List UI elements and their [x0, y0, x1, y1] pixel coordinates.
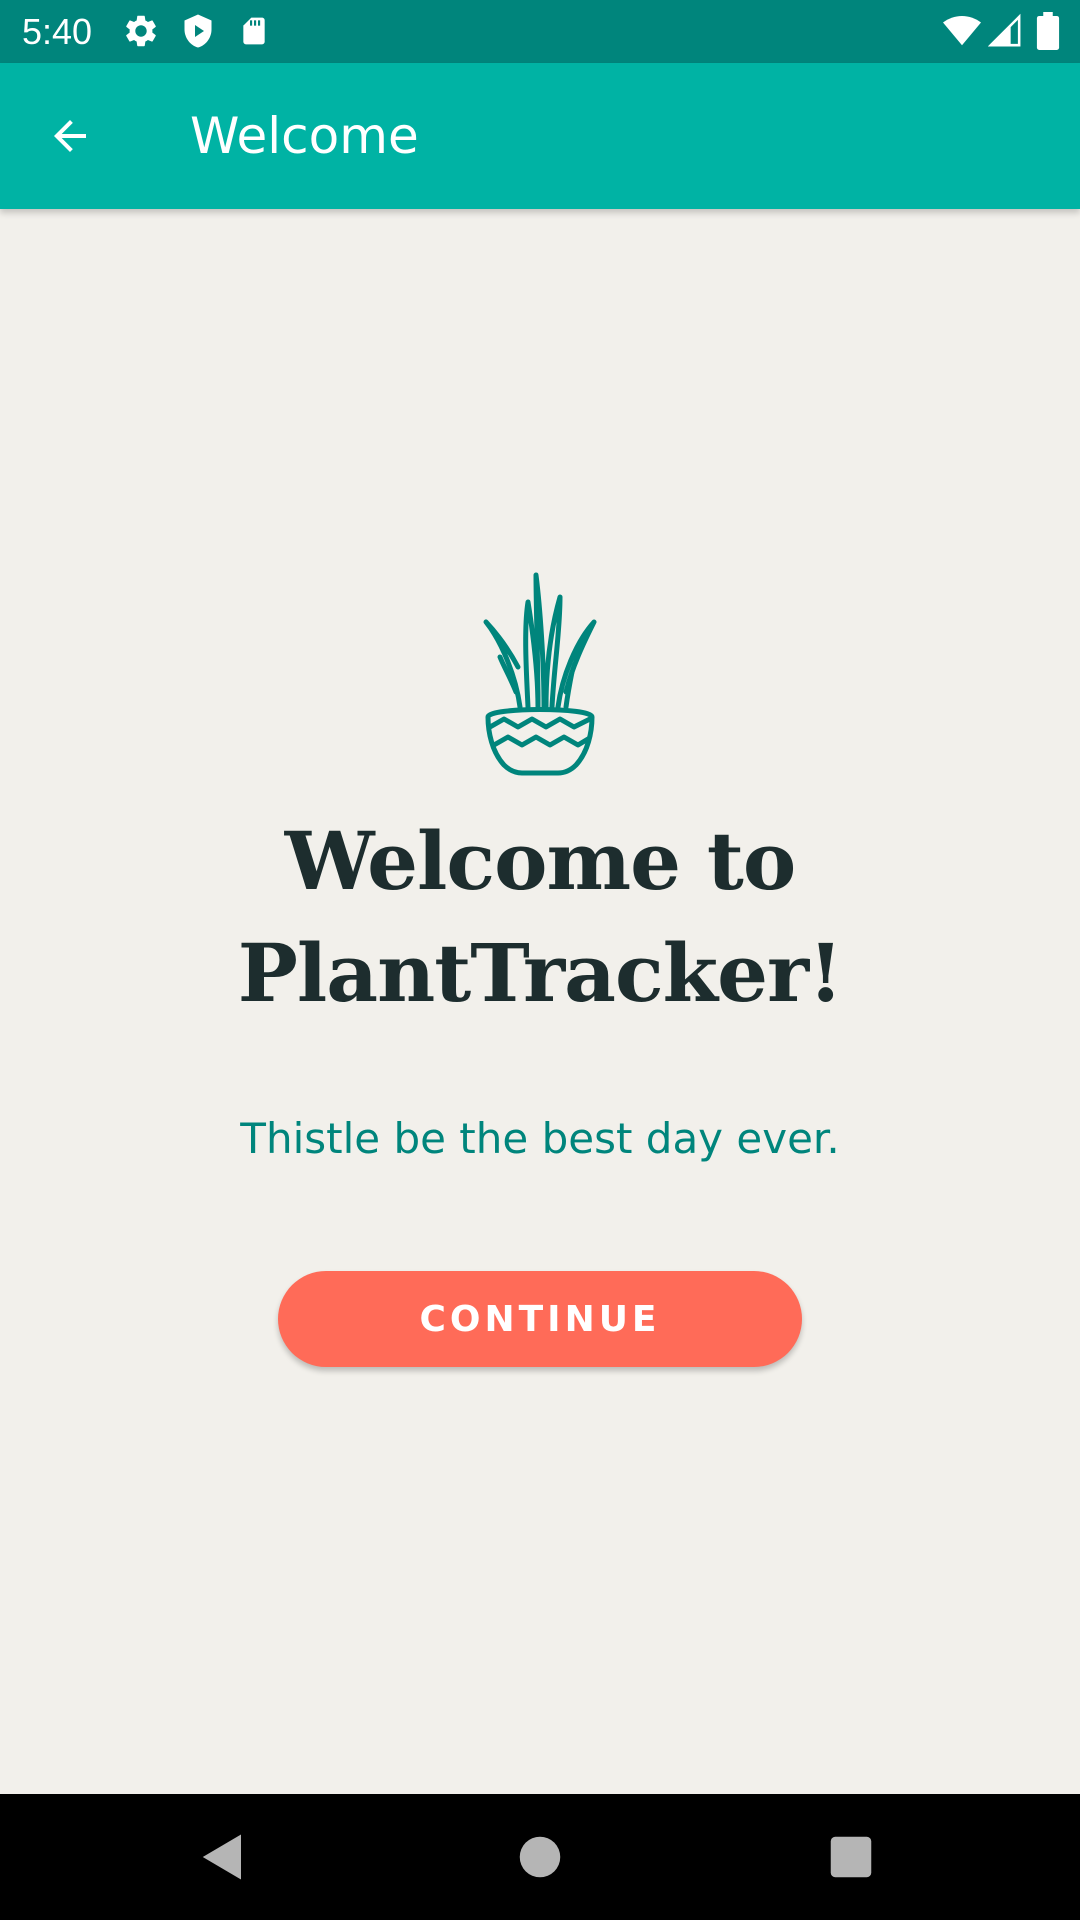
status-bar: 5:40	[0, 0, 1080, 63]
nav-recents-button[interactable]	[818, 1824, 884, 1890]
welcome-content: Welcome to PlantTracker! Thistle be the …	[0, 209, 1080, 1794]
sd-card-icon	[238, 12, 270, 54]
wifi-icon	[942, 12, 982, 54]
tagline: Thistle be the best day ever.	[240, 1114, 840, 1163]
back-button[interactable]	[30, 103, 110, 169]
battery-icon	[1036, 12, 1060, 54]
nav-home-button[interactable]	[507, 1824, 573, 1890]
page-title: Welcome	[190, 107, 419, 165]
shield-play-icon	[180, 12, 216, 54]
system-nav-bar	[0, 1794, 1080, 1920]
back-triangle-icon	[202, 1834, 241, 1880]
recents-square-icon	[830, 1836, 872, 1878]
arrow-back-icon	[54, 120, 86, 152]
settings-icon	[122, 12, 160, 54]
welcome-title: Welcome to PlantTracker!	[237, 814, 844, 1020]
nav-back-button[interactable]	[190, 1824, 256, 1890]
home-circle-icon	[519, 1836, 561, 1878]
signal-icon	[987, 12, 1022, 54]
app-bar: Welcome	[0, 63, 1080, 209]
potted-plant-icon	[483, 572, 597, 776]
status-time: 5:40	[22, 11, 93, 52]
continue-button[interactable]: CONTINUE	[278, 1271, 802, 1367]
